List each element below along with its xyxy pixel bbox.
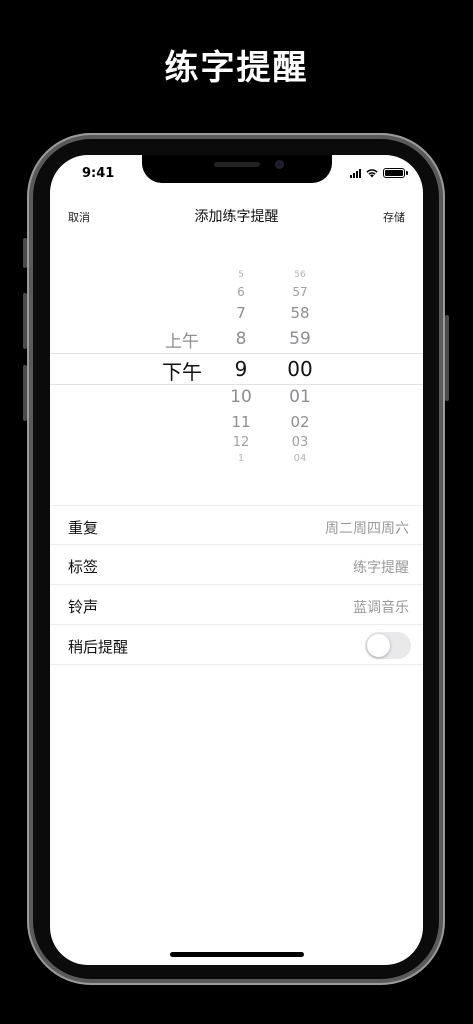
minute-option[interactable]: 58 <box>278 304 322 322</box>
status-time: 9:41 <box>82 166 115 181</box>
hour-option[interactable]: 6 <box>220 285 262 299</box>
minute-option[interactable]: 02 <box>278 413 322 431</box>
minute-option[interactable]: 04 <box>278 453 322 464</box>
hour-option[interactable]: 5 <box>220 270 262 280</box>
nav-bar: 取消 添加练字提醒 存储 <box>50 205 423 227</box>
repeat-row[interactable]: 重复 周二周四周六 <box>50 505 423 545</box>
minute-option[interactable]: 59 <box>278 329 322 349</box>
hour-option[interactable]: 12 <box>220 435 262 450</box>
status-icons <box>350 168 408 178</box>
repeat-label: 重复 <box>68 519 99 537</box>
ringtone-label: 铃声 <box>68 598 99 616</box>
power-button <box>445 315 449 401</box>
snooze-toggle[interactable] <box>365 632 411 659</box>
minute-option[interactable]: 57 <box>278 285 322 299</box>
promo-title: 练字提醒 <box>164 48 309 88</box>
home-indicator[interactable] <box>170 952 304 957</box>
time-picker[interactable]: 上午 下午 5 6 7 8 9 10 11 12 1 56 57 58 59 0… <box>50 263 423 475</box>
notch <box>142 155 332 183</box>
front-camera-icon <box>275 160 284 169</box>
speaker-grille <box>214 162 260 167</box>
hour-option[interactable]: 10 <box>220 387 262 407</box>
hour-option[interactable]: 7 <box>220 304 262 322</box>
wifi-icon <box>366 169 378 178</box>
minute-option[interactable]: 03 <box>278 435 322 450</box>
hour-option[interactable]: 8 <box>220 329 262 349</box>
ringtone-row[interactable]: 铃声 蓝调音乐 <box>50 585 423 625</box>
phone-screen: 9:41 取消 添加练字提醒 存储 上午 下午 5 6 7 8 9 10 11 … <box>50 155 423 965</box>
tag-value: 练字提醒 <box>353 560 409 576</box>
minute-option-selected[interactable]: 00 <box>278 357 322 381</box>
repeat-value: 周二周四周六 <box>325 521 409 537</box>
minute-wheel[interactable]: 56 57 58 59 00 01 02 03 04 <box>278 263 322 475</box>
settings-list: 重复 周二周四周六 标签 练字提醒 铃声 蓝调音乐 稍后提醒 <box>50 505 423 665</box>
ampm-option-pm[interactable]: 下午 <box>158 356 206 385</box>
ringtone-value: 蓝调音乐 <box>353 600 409 616</box>
tag-label: 标签 <box>68 558 99 576</box>
tag-row[interactable]: 标签 练字提醒 <box>50 545 423 585</box>
battery-icon <box>383 168 408 178</box>
snooze-label: 稍后提醒 <box>68 638 129 656</box>
page-title: 添加练字提醒 <box>194 209 279 225</box>
ampm-wheel[interactable]: 上午 下午 <box>158 263 206 475</box>
minute-option[interactable]: 01 <box>278 387 322 407</box>
cellular-signal-icon <box>350 168 361 178</box>
snooze-row: 稍后提醒 <box>50 625 423 665</box>
hour-option-selected[interactable]: 9 <box>220 357 262 381</box>
toggle-knob <box>367 634 390 657</box>
minute-option[interactable]: 56 <box>278 270 322 280</box>
hour-option[interactable]: 1 <box>220 453 262 464</box>
save-button[interactable]: 存储 <box>383 209 405 225</box>
ampm-option-am[interactable]: 上午 <box>158 327 206 352</box>
hour-option[interactable]: 11 <box>220 413 262 431</box>
hour-wheel[interactable]: 5 6 7 8 9 10 11 12 1 <box>220 263 262 475</box>
